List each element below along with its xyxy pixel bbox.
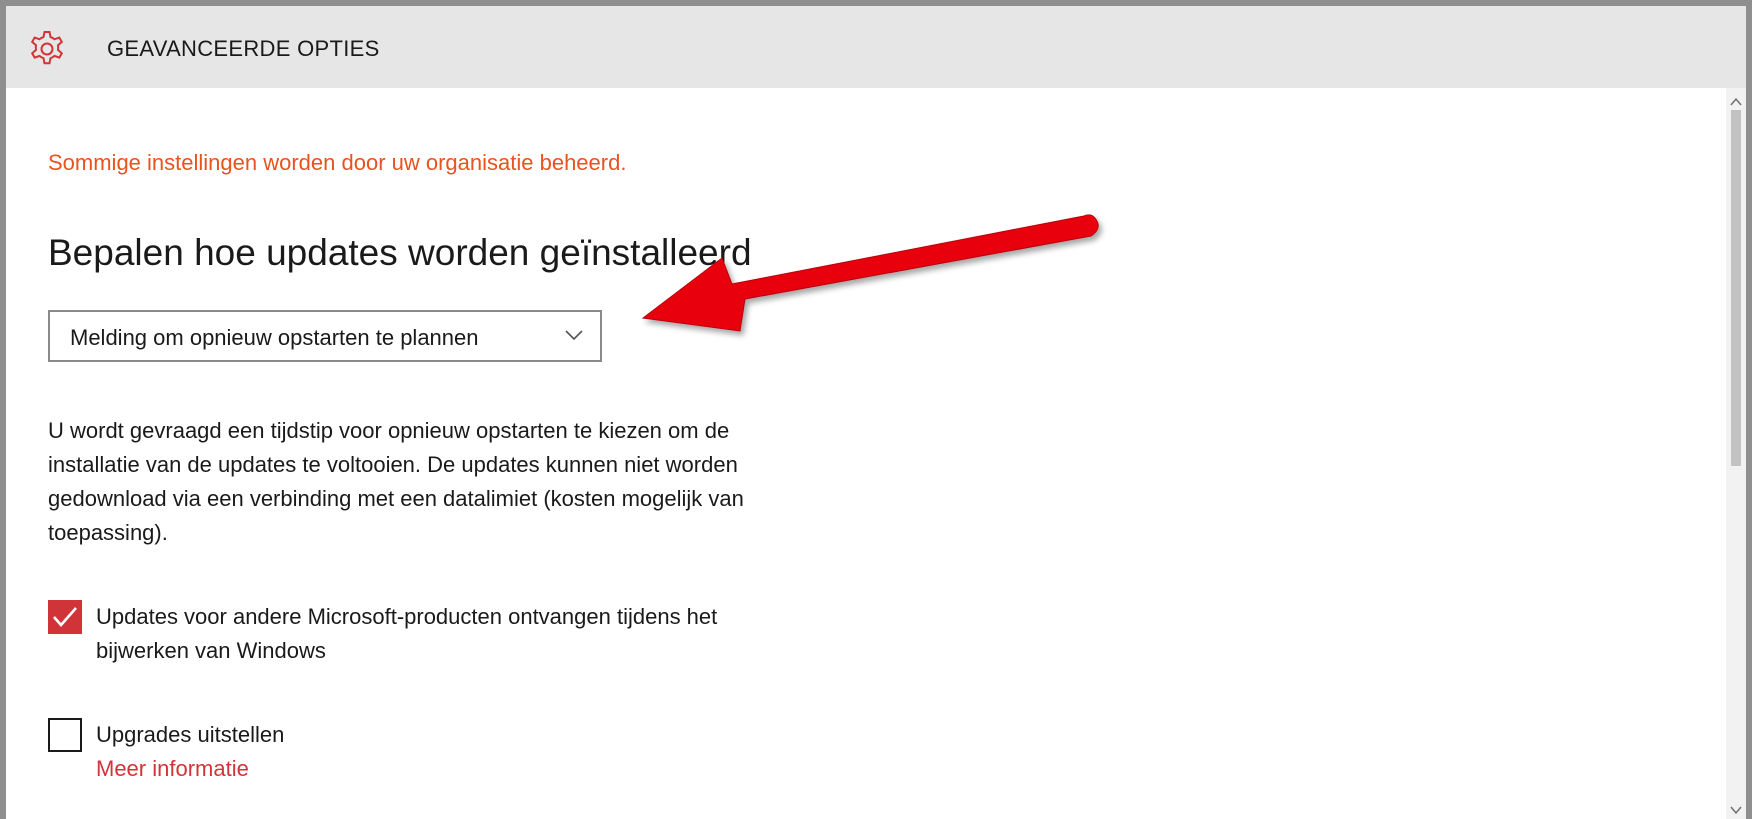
checkmark-icon	[53, 607, 77, 627]
window-title: GEAVANCEERDE OPTIES	[107, 36, 380, 61]
title-bar: GEAVANCEERDE OPTIES	[6, 6, 1746, 88]
other-products-label: Updates voor andere Microsoft-producten …	[96, 604, 718, 663]
scroll-up-icon[interactable]	[1730, 94, 1742, 106]
other-products-checkbox[interactable]	[48, 600, 82, 634]
managed-by-organization-notice: Sommige instellingen worden door uw orga…	[48, 150, 627, 175]
vertical-scrollbar[interactable]	[1726, 88, 1746, 819]
install-mode-description: U wordt gevraagd een tijdstip voor opnie…	[48, 418, 744, 545]
more-info-link[interactable]: Meer informatie	[96, 752, 249, 786]
settings-window: GEAVANCEERDE OPTIES Sommige instellingen…	[6, 6, 1746, 819]
settings-content: Sommige instellingen worden door uw orga…	[6, 88, 1726, 819]
install-mode-dropdown[interactable]: Melding om opnieuw opstarten te plannen	[48, 310, 602, 362]
chevron-down-icon	[564, 328, 584, 342]
section-heading: Bepalen hoe updates worden geïnstalleerd	[48, 232, 752, 273]
gear-icon	[25, 27, 69, 71]
defer-upgrades-label: Upgrades uitstellen	[96, 722, 285, 747]
scroll-down-icon[interactable]	[1730, 802, 1742, 815]
dropdown-selected-value: Melding om opnieuw opstarten te plannen	[70, 325, 479, 350]
defer-upgrades-checkbox[interactable]	[48, 718, 82, 752]
scrollbar-thumb[interactable]	[1731, 110, 1741, 466]
